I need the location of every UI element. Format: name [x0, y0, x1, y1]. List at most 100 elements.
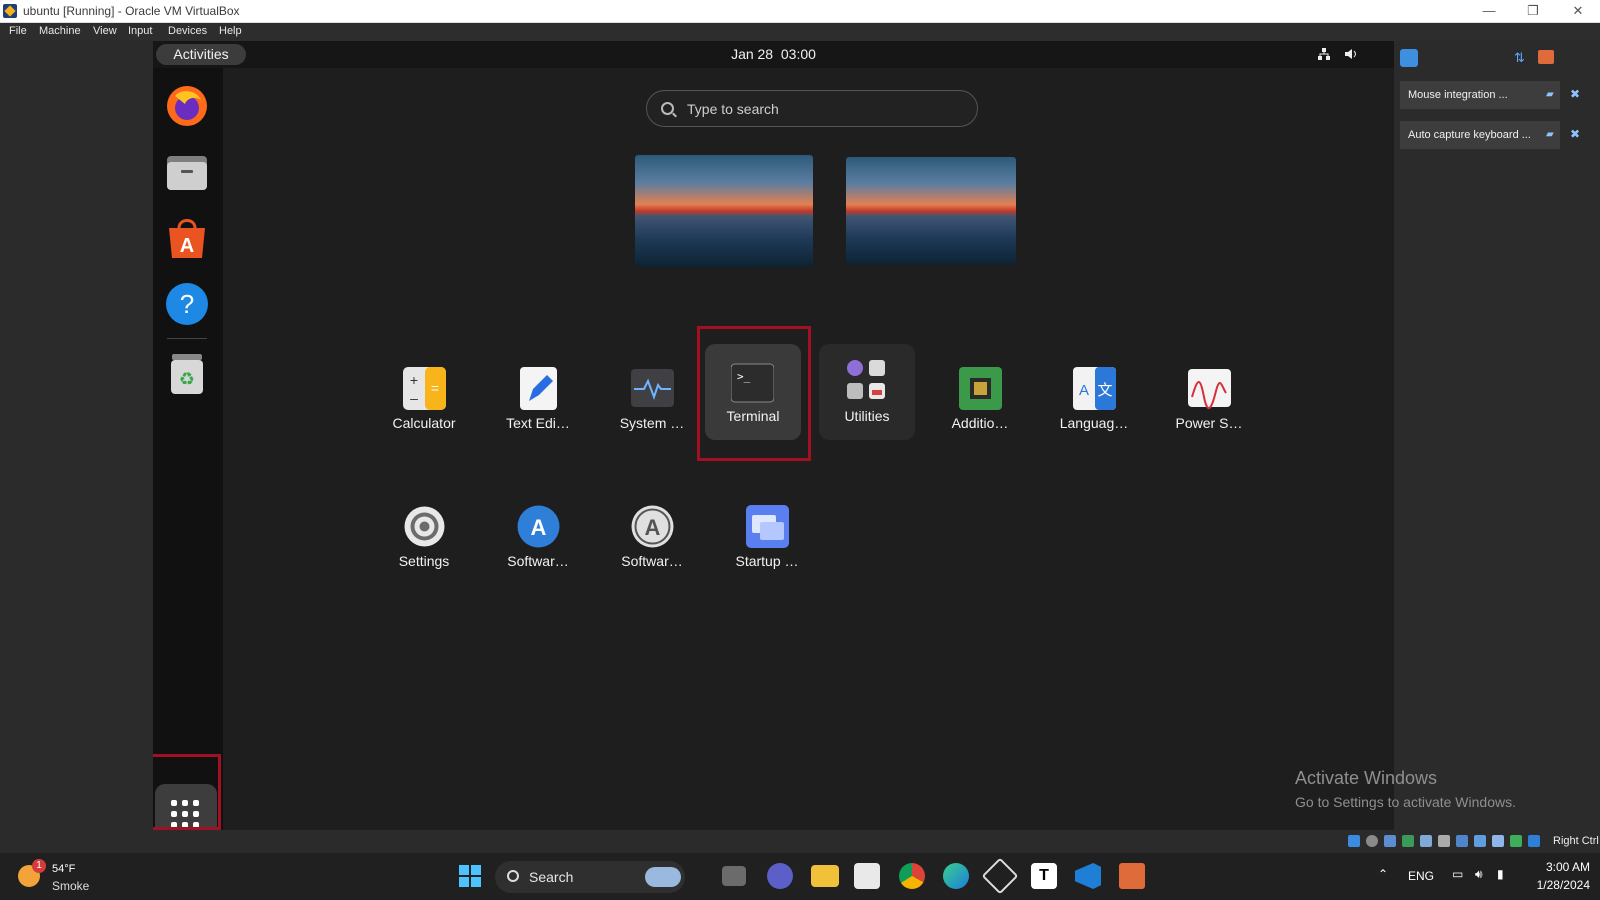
menu-file[interactable]: File [9, 25, 27, 37]
keyboard-capture-icon[interactable] [1528, 835, 1540, 847]
menu-help[interactable]: Help [219, 25, 242, 37]
app-settings[interactable]: Settings [376, 489, 472, 585]
dock-firefox[interactable] [163, 82, 211, 130]
settings-icon [404, 506, 445, 547]
notification-mouse-integration[interactable]: Mouse integration ... ▰ ✖ [1400, 81, 1580, 109]
battery-icon[interactable]: ▮ [1497, 867, 1504, 881]
windows-logo-icon [459, 865, 481, 887]
app-center-icon: A [169, 219, 205, 258]
sort-icon[interactable]: ⇅ [1514, 50, 1528, 65]
host-menu-bar: File Machine View Input Devices Help [0, 23, 1600, 41]
microsoft-store-icon[interactable] [854, 863, 880, 889]
app-calculator[interactable]: + – = Calculator [376, 351, 472, 447]
taskbar-search[interactable]: Search [495, 861, 685, 893]
clock-time: 03:00 [780, 46, 816, 62]
display-icon[interactable] [1456, 835, 1468, 847]
volume-icon[interactable] [1344, 47, 1358, 61]
svg-text:A: A [531, 515, 547, 540]
notification-close-icon[interactable]: ✖ [1570, 127, 1580, 141]
chrome-icon[interactable] [899, 863, 925, 889]
search-highlight-icon [645, 867, 681, 887]
notification-info-icon[interactable]: ▰ [1546, 89, 1556, 100]
taskbar-date[interactable]: 1/28/2024 [1529, 878, 1590, 892]
app-label: Calculator [392, 415, 456, 431]
trash-icon: ♻ [171, 354, 203, 394]
clock-date: Jan 28 [731, 46, 774, 62]
search-icon [661, 102, 674, 115]
minimize-button[interactable]: — [1467, 0, 1511, 23]
power-statistics-icon [1188, 369, 1231, 410]
notification-info-icon[interactable]: ▰ [1546, 129, 1556, 140]
svg-text:A: A [1079, 382, 1089, 399]
workspace-thumbnail-2[interactable] [846, 157, 1016, 265]
edge-icon[interactable] [943, 863, 969, 889]
file-explorer-icon[interactable] [811, 865, 839, 887]
virtualbox-manager-icon[interactable] [1119, 863, 1145, 889]
vm-display[interactable]: Activities Jan 28 03:00 A ? ♻ Type to se… [153, 41, 1394, 830]
activate-windows-subtitle: Go to Settings to activate Windows. [1295, 794, 1516, 810]
notification-center-icon[interactable] [1400, 49, 1418, 67]
app-software-updater[interactable]: A Softwar… [490, 489, 586, 585]
dock-app-center[interactable]: A [163, 214, 211, 262]
text-editor-icon [520, 367, 557, 410]
taskbar-time[interactable]: 3:00 AM [1537, 860, 1590, 874]
calculator-icon: + –= [403, 367, 446, 410]
harddisk-icon[interactable] [1348, 835, 1360, 847]
dock-files[interactable] [163, 148, 211, 196]
shared-folders-icon[interactable] [1438, 835, 1450, 847]
network-icon[interactable] [1317, 47, 1331, 61]
app-software-properties[interactable]: A Softwar… [604, 489, 700, 585]
restore-button[interactable]: ❐ [1511, 0, 1555, 23]
menu-machine[interactable]: Machine [39, 25, 81, 37]
recording-icon[interactable] [1474, 835, 1486, 847]
host-title-bar: ubuntu [Running] - Oracle VM VirtualBox … [0, 0, 1600, 23]
notification-text: Mouse integration ... [1408, 89, 1508, 101]
show-hidden-icons[interactable]: ⌃ [1378, 867, 1388, 881]
audio-icon[interactable] [1384, 835, 1396, 847]
system-monitor-icon [631, 369, 674, 407]
notification-auto-capture-keyboard[interactable]: Auto capture keyboard ... ▰ ✖ [1400, 121, 1580, 149]
virtualbox-taskbar-icon[interactable] [981, 857, 1019, 895]
clear-all-icon[interactable] [1538, 50, 1554, 64]
virtualbox-icon [3, 4, 17, 18]
app-label: Text Edi… [506, 415, 570, 431]
app-power-statistics[interactable]: Power S… [1161, 351, 1257, 447]
cpu-icon[interactable] [1492, 835, 1504, 847]
speaker-icon[interactable]: 🔊︎ [1475, 867, 1483, 882]
task-view-icon[interactable] [722, 866, 746, 886]
network-icon[interactable]: ▭ [1452, 867, 1463, 881]
menu-devices[interactable]: Devices [168, 25, 207, 37]
software-updater-icon: A [517, 505, 560, 548]
svg-text:?: ? [180, 289, 194, 319]
app-language-support[interactable]: A文 Languag… [1046, 351, 1142, 447]
files-icon [167, 156, 207, 190]
vscode-icon[interactable] [1075, 863, 1101, 889]
optical-drive-icon[interactable] [1366, 835, 1378, 847]
dock-help[interactable]: ? [163, 280, 211, 328]
usb-icon[interactable] [1420, 835, 1432, 847]
app-utilities-folder[interactable]: Utilities [819, 344, 915, 440]
workspace-thumbnail-1[interactable] [635, 155, 813, 267]
app-startup-applications[interactable]: Startup … [719, 489, 815, 585]
close-button[interactable]: ✕ [1556, 0, 1600, 23]
ubuntu-dock: A ? ♻ [153, 68, 223, 830]
app-additional-drivers[interactable]: Additio… [932, 351, 1028, 447]
notification-close-icon[interactable]: ✖ [1570, 87, 1580, 101]
help-icon: ? [166, 283, 208, 325]
menu-input[interactable]: Input [128, 25, 152, 37]
app-system-monitor[interactable]: System … [604, 351, 700, 447]
dock-trash[interactable]: ♻ [163, 350, 211, 398]
typora-icon[interactable]: T [1031, 863, 1057, 889]
windows-taskbar: 1 54°F Smoke Search T ⌃ ENG ▭ 🔊︎ ▮ 3:00 … [0, 853, 1600, 900]
network-adapter-icon[interactable] [1402, 835, 1414, 847]
host-key-label: Right Ctrl [1553, 835, 1599, 847]
start-button[interactable] [455, 861, 485, 891]
svg-text:文: 文 [1097, 381, 1112, 399]
clock[interactable]: Jan 28 03:00 [153, 46, 1394, 62]
teams-chat-icon[interactable] [767, 863, 793, 889]
language-indicator[interactable]: ENG [1408, 869, 1434, 883]
search-entry[interactable]: Type to search [646, 90, 978, 127]
mouse-integration-icon[interactable] [1510, 835, 1522, 847]
menu-view[interactable]: View [93, 25, 117, 37]
app-text-editor[interactable]: Text Edi… [490, 351, 586, 447]
